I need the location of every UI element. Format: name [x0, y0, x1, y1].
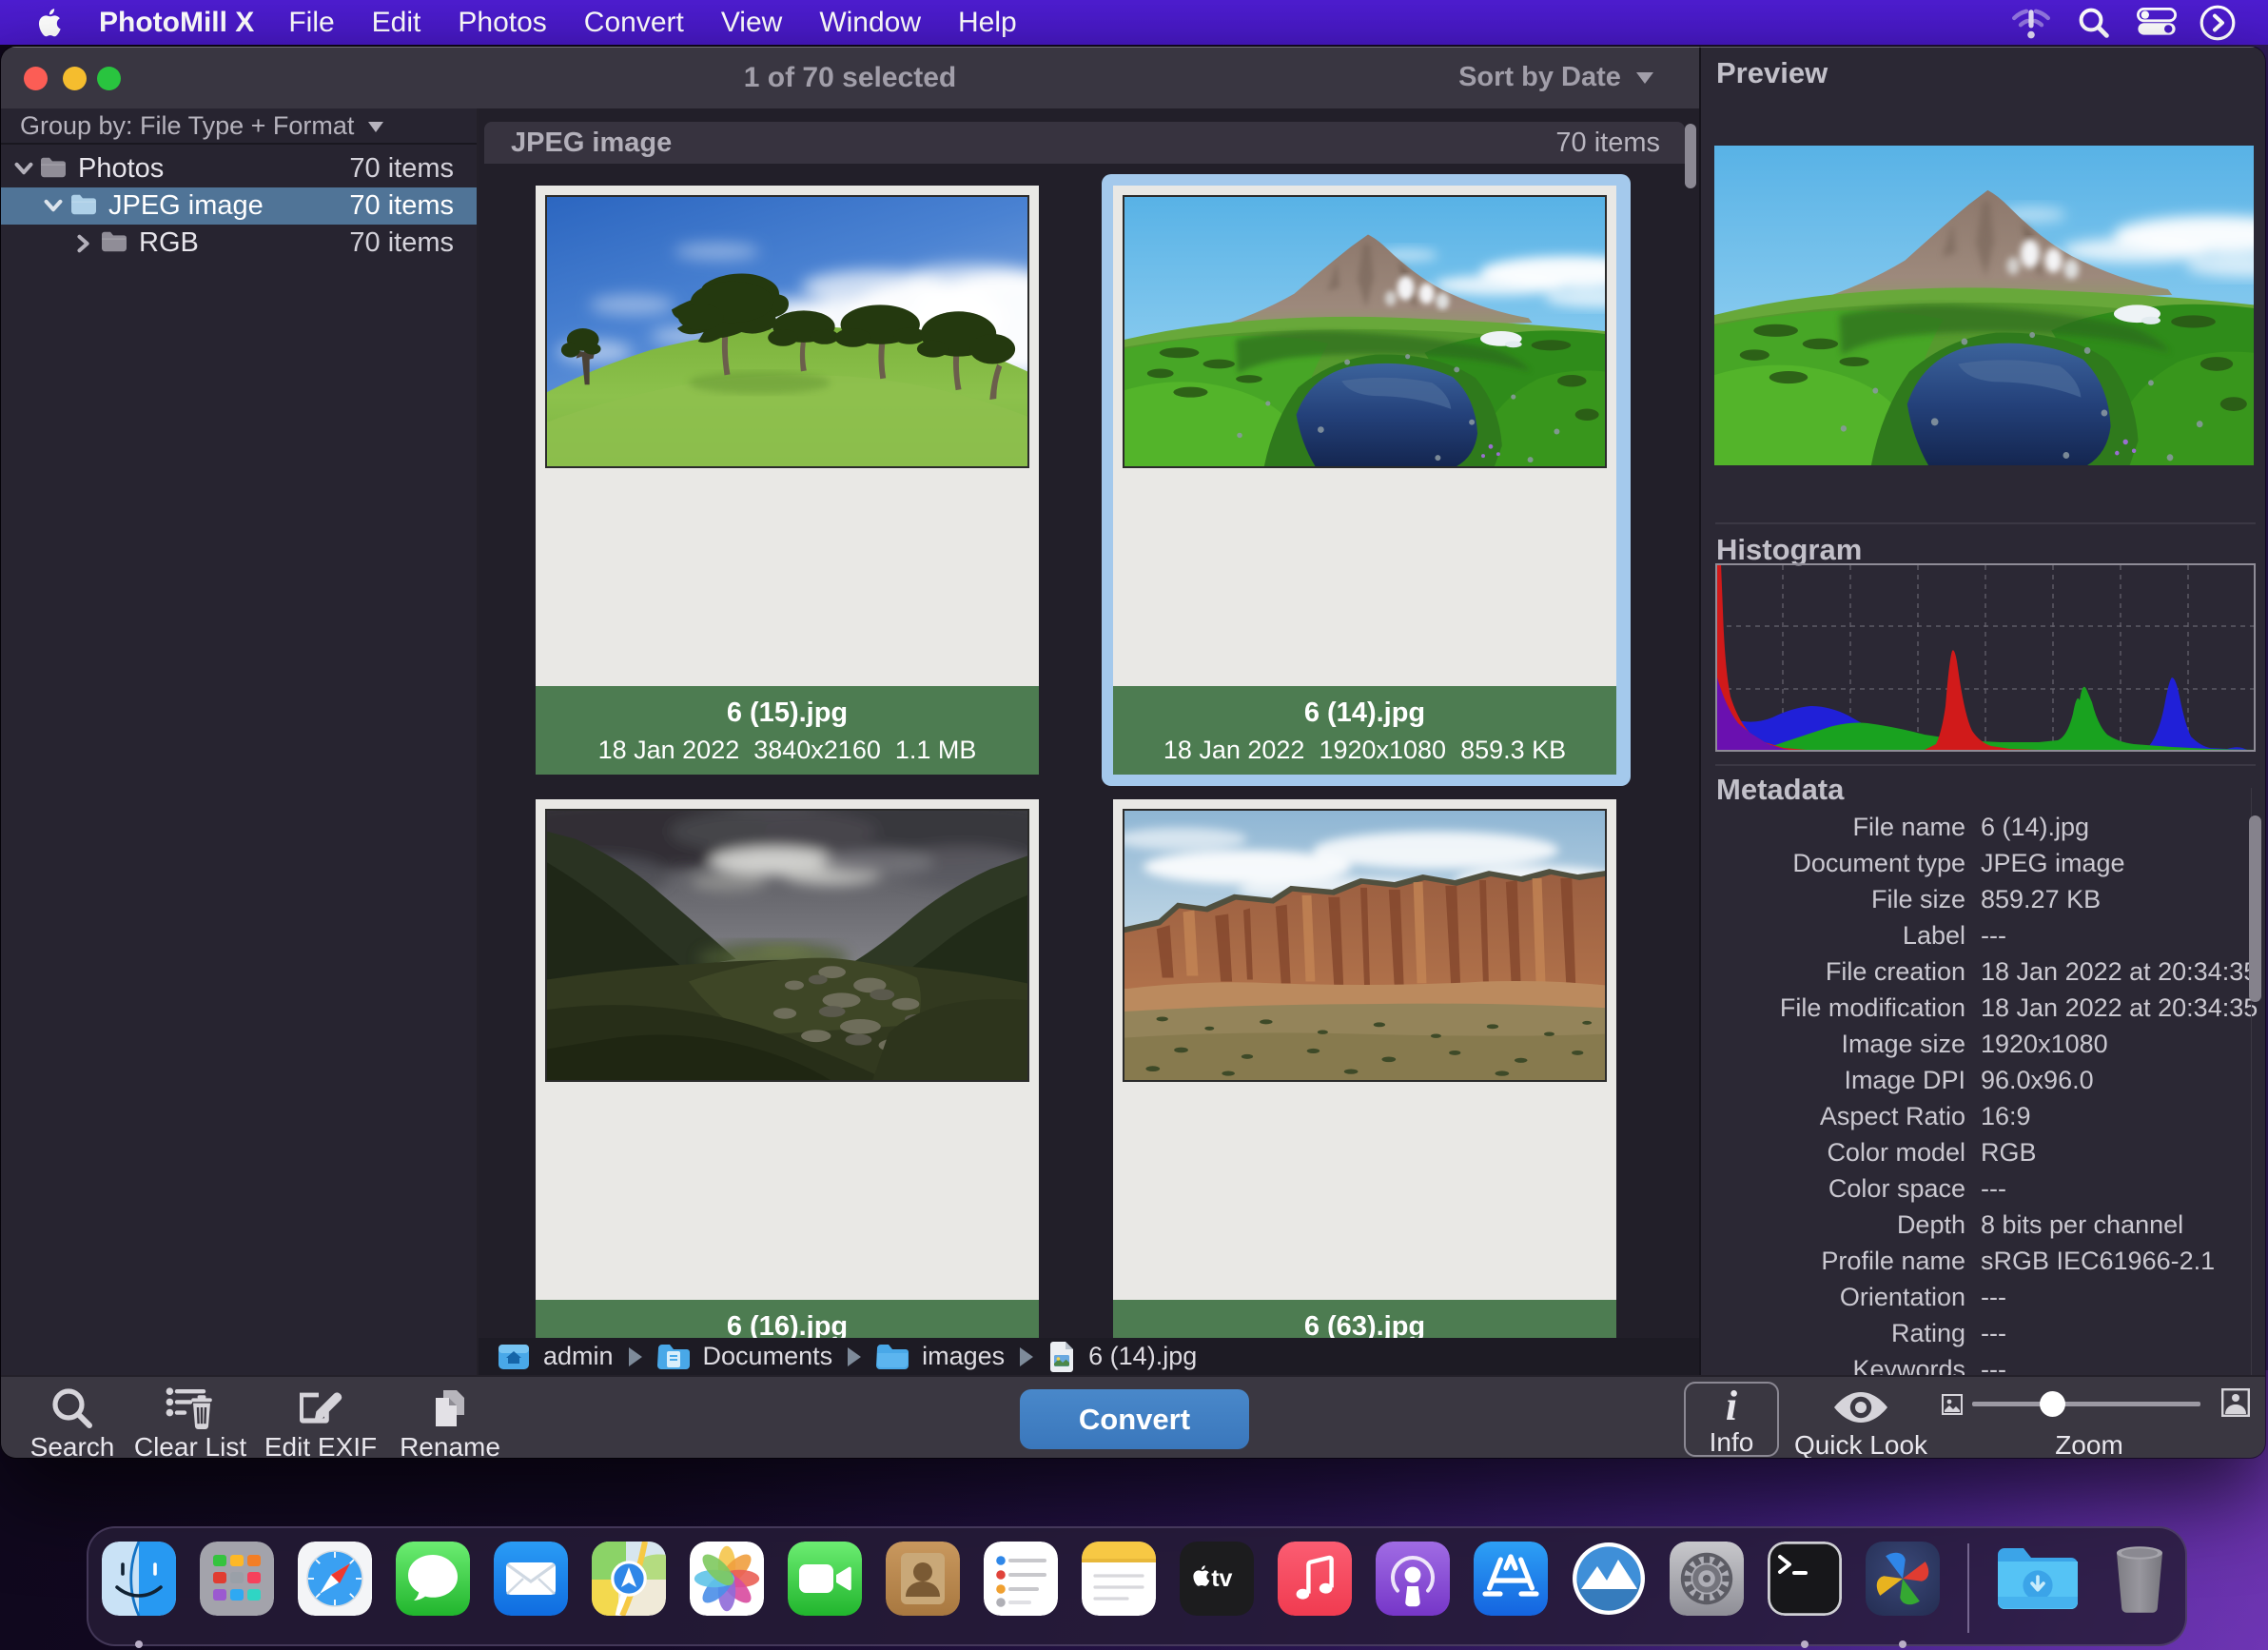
svg-text:tv: tv: [1211, 1565, 1232, 1592]
